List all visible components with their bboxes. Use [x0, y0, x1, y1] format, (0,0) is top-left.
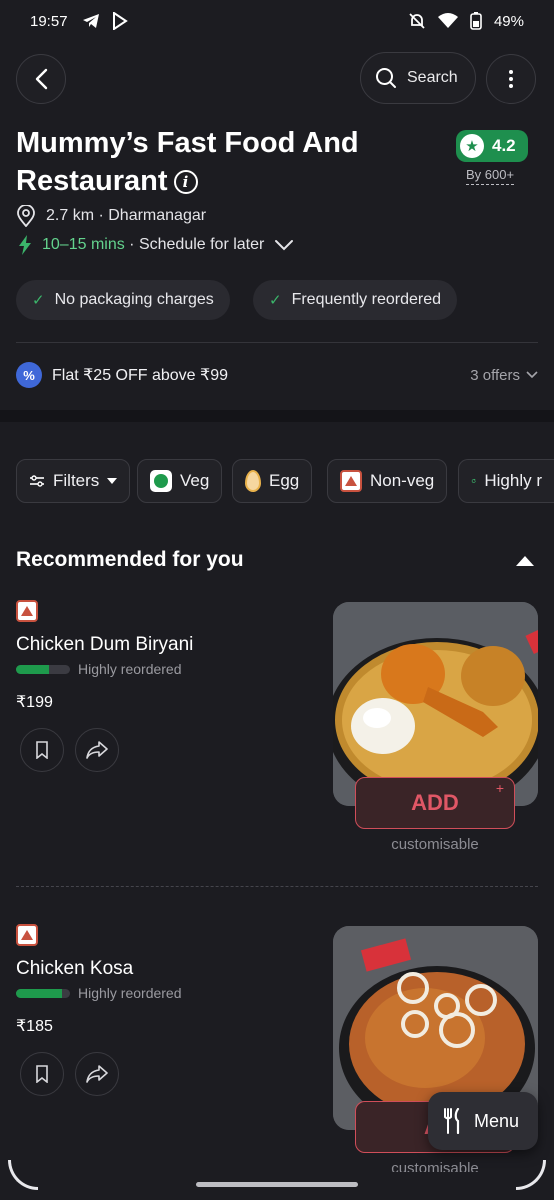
location-pin-icon: [17, 205, 35, 227]
section-separator: [0, 410, 554, 422]
chip-label: Frequently reordered: [291, 291, 441, 308]
fork-knife-icon: [444, 1108, 460, 1134]
bookmark-icon: [36, 741, 48, 759]
discount-badge-icon: %: [16, 362, 42, 388]
filter-non-veg[interactable]: Non-veg: [327, 459, 448, 503]
customisable-label: customisable: [391, 1160, 479, 1172]
schedule-later: · Schedule for later: [129, 236, 265, 253]
search-label: Search: [407, 69, 458, 86]
chevron-down-icon: [275, 240, 294, 251]
reorder-bar: [16, 988, 70, 998]
chip-no-packaging: ✓ No packaging charges: [16, 280, 230, 320]
refresh-icon: [471, 478, 476, 483]
non-veg-icon: [340, 470, 362, 492]
home-indicator[interactable]: [196, 1182, 358, 1187]
delivery-time: 10–15 mins: [42, 236, 125, 253]
reorder-bar: [16, 664, 70, 674]
filter-highly-label: Highly r: [484, 471, 542, 490]
play-store-icon: [112, 12, 128, 30]
plus-icon: +: [495, 780, 504, 796]
chevron-down-icon: [526, 371, 538, 379]
check-icon: ✓: [269, 292, 282, 309]
reorder-indicator: Highly reordered: [16, 985, 182, 1001]
info-icon[interactable]: i: [173, 170, 198, 195]
status-time: 19:57: [30, 12, 68, 30]
section-title: Recommended for you: [16, 548, 244, 571]
item-price: ₹185: [16, 1018, 53, 1035]
customisable-label: customisable: [391, 836, 479, 853]
reorder-bar-fill: [16, 988, 62, 998]
location-row[interactable]: 2.7 km · Dharmanagar: [16, 205, 206, 227]
share-icon: [86, 1065, 108, 1083]
chip-frequently-reordered: ✓ Frequently reordered: [253, 280, 457, 320]
status-notification-icons: [82, 12, 128, 30]
reorder-indicator: Highly reordered: [16, 661, 182, 677]
more-vertical-icon: [509, 70, 513, 88]
delivery-time-row[interactable]: 10–15 mins · Schedule for later: [18, 235, 294, 255]
item-name: Chicken Dum Biryani: [16, 634, 194, 655]
filter-egg[interactable]: Egg: [232, 459, 313, 503]
bookmark-button[interactable]: [20, 1052, 64, 1096]
bell-off-icon: [409, 13, 425, 29]
veg-icon: [150, 470, 172, 492]
biryani-photo: [333, 602, 538, 806]
reorder-bar-fill: [16, 664, 50, 674]
battery-percent: 49%: [493, 12, 524, 30]
more-options-button[interactable]: [486, 54, 536, 104]
distance-location: 2.7 km · Dharmanagar: [46, 207, 207, 224]
search-button[interactable]: Search: [360, 52, 476, 104]
filter-veg-label: Veg: [180, 471, 210, 490]
wifi-icon: [437, 13, 458, 28]
bookmark-icon: [36, 1065, 48, 1083]
restaurant-title-block: Mummy’s Fast Food And Restaurant i: [16, 124, 436, 200]
bookmark-button[interactable]: [20, 728, 64, 772]
rating-value: 4.2: [492, 136, 516, 155]
filters-label: Filters: [53, 471, 100, 490]
filter-veg[interactable]: Veg: [137, 459, 223, 503]
share-icon: [86, 741, 108, 759]
item-divider: [16, 886, 538, 887]
item-price: ₹199: [16, 694, 53, 711]
chevron-left-icon: [35, 68, 48, 90]
check-icon: ✓: [32, 292, 45, 309]
offers-count-label: 3 offers: [470, 366, 520, 384]
search-icon: [376, 68, 396, 88]
offers-count[interactable]: 3 offers: [470, 367, 538, 384]
star-icon: ★: [460, 134, 484, 158]
lightning-icon: [19, 235, 31, 255]
filter-non-veg-label: Non-veg: [370, 471, 435, 490]
menu-label: Menu: [474, 1110, 520, 1131]
item-image-biryani[interactable]: [333, 602, 538, 806]
item-name: Chicken Kosa: [16, 958, 134, 979]
filter-egg-label: Egg: [269, 471, 300, 490]
caret-down-icon: [107, 478, 118, 484]
back-button[interactable]: [16, 54, 66, 104]
divider: [16, 342, 538, 343]
battery-icon: [470, 12, 482, 30]
non-veg-icon: [16, 600, 38, 622]
status-bar: 19:57 49%: [0, 0, 554, 42]
reorder-label: Highly reordered: [78, 661, 182, 677]
telegram-icon: [82, 14, 99, 28]
add-label: ADD: [411, 790, 459, 815]
menu-button[interactable]: Menu: [428, 1092, 538, 1150]
share-button[interactable]: [75, 728, 119, 772]
filters-button[interactable]: Filters: [16, 459, 131, 503]
egg-icon: [245, 470, 261, 492]
reorder-label: Highly reordered: [78, 985, 182, 1001]
chevron-up-icon[interactable]: [516, 556, 534, 566]
screen-corner: [8, 1160, 38, 1190]
rating-badge[interactable]: ★ 4.2: [456, 130, 528, 162]
share-button[interactable]: [75, 1052, 119, 1096]
status-right: 49%: [408, 12, 524, 30]
offer-row[interactable]: % Flat ₹25 OFF above ₹99 3 offers: [16, 362, 538, 388]
filter-highly-reordered[interactable]: Highly r: [458, 459, 554, 503]
offer-text: Flat ₹25 OFF above ₹99: [52, 367, 228, 384]
rating-count[interactable]: By 600+: [466, 167, 515, 185]
non-veg-icon: [16, 924, 38, 946]
add-button[interactable]: ADD +: [355, 777, 515, 829]
sliders-icon: [30, 475, 44, 487]
screen-corner: [516, 1160, 546, 1190]
chip-label: No packaging charges: [54, 291, 214, 308]
